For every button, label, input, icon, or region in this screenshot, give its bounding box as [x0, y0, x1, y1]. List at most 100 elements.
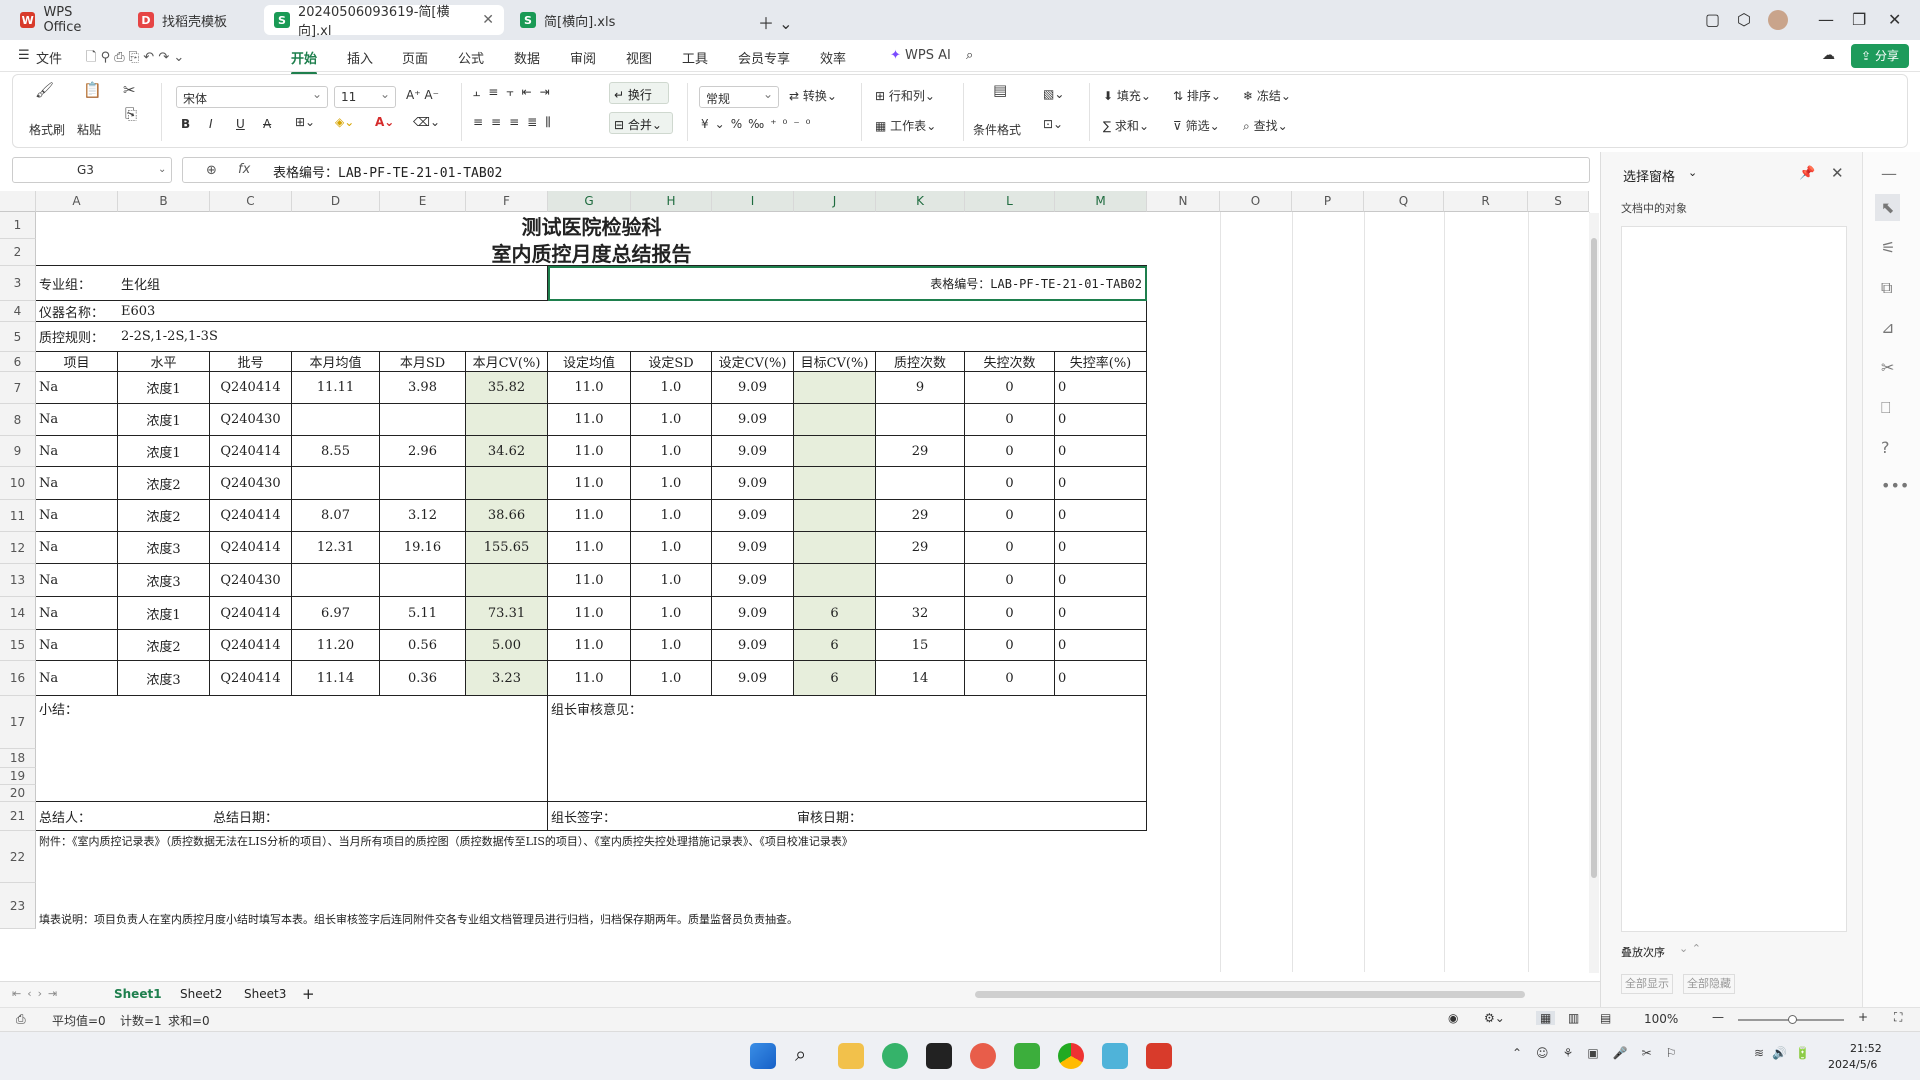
- column-header-F[interactable]: F: [466, 191, 548, 212]
- table-cell[interactable]: 11.11: [292, 372, 380, 404]
- table-cell[interactable]: 0: [965, 500, 1055, 532]
- object-list[interactable]: [1621, 226, 1847, 932]
- column-header-G[interactable]: G: [548, 191, 631, 212]
- menu-data[interactable]: 数据: [514, 48, 540, 67]
- avatar[interactable]: [1768, 10, 1788, 30]
- new-tab-icon[interactable]: ＋ ⌄: [758, 10, 793, 34]
- table-cell[interactable]: 14: [876, 661, 965, 696]
- menu-page[interactable]: 页面: [402, 48, 428, 67]
- pointer-icon[interactable]: ⬉: [1875, 194, 1901, 221]
- table-cell[interactable]: 浓度2: [118, 500, 210, 532]
- column-header-J[interactable]: J: [794, 191, 876, 212]
- fullscreen-icon[interactable]: ⛶: [1894, 1010, 1902, 1025]
- column-header-L[interactable]: L: [965, 191, 1055, 212]
- table-cell[interactable]: 浓度3: [118, 532, 210, 564]
- jetbrains-icon[interactable]: [926, 1043, 952, 1069]
- close-icon[interactable]: ✕: [482, 12, 494, 28]
- table-cell[interactable]: 6: [794, 597, 876, 630]
- report-subtitle[interactable]: 室内质控月度总结报告: [36, 239, 1147, 266]
- table-cell[interactable]: 3.98: [380, 372, 466, 404]
- table-header[interactable]: 项目: [36, 352, 118, 372]
- table-cell[interactable]: Q240414: [210, 532, 292, 564]
- row-header-22[interactable]: 22: [0, 831, 36, 883]
- column-header-I[interactable]: I: [712, 191, 794, 212]
- table-cell[interactable]: 0: [1055, 436, 1147, 467]
- form-number-cell[interactable]: 表格编号：LAB-PF-TE-21-01-TAB02: [548, 266, 1147, 301]
- table-header[interactable]: 本月CV(%): [466, 352, 548, 372]
- notepad-icon[interactable]: [1014, 1043, 1040, 1069]
- table-cell[interactable]: [794, 500, 876, 532]
- row-header-5[interactable]: 5: [0, 322, 36, 352]
- search-icon[interactable]: ⌕: [795, 1042, 806, 1066]
- browser-edge-icon[interactable]: [882, 1043, 908, 1069]
- cell-style-icon[interactable]: ▧⌄: [1043, 87, 1064, 101]
- table-cell[interactable]: [466, 467, 548, 500]
- table-header[interactable]: 质控次数: [876, 352, 965, 372]
- table-cell[interactable]: 9.09: [712, 500, 794, 532]
- conditional-format-icon[interactable]: ▤: [993, 81, 1007, 99]
- instrument-value[interactable]: E603: [118, 301, 1147, 322]
- row-header-12[interactable]: 12: [0, 532, 36, 564]
- table-cell[interactable]: 11.20: [292, 630, 380, 661]
- table-cell[interactable]: 9.09: [712, 532, 794, 564]
- table-cell[interactable]: [292, 467, 380, 500]
- table-cell[interactable]: 2.96: [380, 436, 466, 467]
- menu-efficiency[interactable]: 效率: [820, 48, 846, 67]
- table-cell[interactable]: [380, 404, 466, 436]
- table-header[interactable]: 批号: [210, 352, 292, 372]
- convert-button[interactable]: ⇄ 转换⌄: [789, 87, 837, 104]
- review-date-label[interactable]: 审核日期：: [794, 802, 1147, 831]
- table-cell[interactable]: 1.0: [631, 467, 712, 500]
- table-cell[interactable]: 0: [965, 661, 1055, 696]
- italic-icon[interactable]: I: [209, 117, 213, 131]
- table-cell[interactable]: Q240414: [210, 436, 292, 467]
- table-cell[interactable]: Q240414: [210, 500, 292, 532]
- report-title[interactable]: 测试医院检验科: [36, 212, 1147, 239]
- font-color-icon[interactable]: A⌄: [375, 115, 394, 129]
- table-cell[interactable]: Na: [36, 564, 118, 597]
- table-cell[interactable]: Na: [36, 500, 118, 532]
- table-cell[interactable]: 12.31: [292, 532, 380, 564]
- menu-home[interactable]: 开始: [291, 48, 318, 75]
- tab-document-2[interactable]: S 简[横向].xls: [510, 5, 746, 35]
- table-cell[interactable]: [794, 467, 876, 500]
- formula-input[interactable]: 表格编号：LAB-PF-TE-21-01-TAB02: [182, 157, 1590, 183]
- tab-template[interactable]: D 找稻壳模板: [128, 5, 258, 35]
- table-cell[interactable]: 浓度1: [118, 404, 210, 436]
- underline-icon[interactable]: U: [236, 117, 245, 131]
- table-header[interactable]: 本月均值: [292, 352, 380, 372]
- font-grow-icon[interactable]: A⁺ A⁻: [406, 88, 439, 102]
- sort-button[interactable]: ⇅ 排序⌄: [1173, 87, 1221, 104]
- tools-icon[interactable]: ✂: [1881, 358, 1894, 377]
- table-cell[interactable]: [466, 564, 548, 597]
- instrument-label[interactable]: 仪器名称：: [36, 301, 118, 322]
- table-cell[interactable]: 5.00: [466, 630, 548, 661]
- column-header-N[interactable]: N: [1147, 191, 1220, 212]
- bold-icon[interactable]: B: [181, 117, 190, 131]
- menu-wps-ai[interactable]: ✦ WPS AI: [890, 48, 951, 63]
- table-header[interactable]: 水平: [118, 352, 210, 372]
- group-value[interactable]: 生化组: [118, 266, 548, 301]
- paste-button[interactable]: 粘贴: [77, 121, 101, 138]
- settings-sliders-icon[interactable]: ⚟: [1881, 238, 1895, 257]
- find-button[interactable]: ⌕ 查找⌄: [1243, 117, 1288, 134]
- row-header-3[interactable]: 3: [0, 266, 36, 301]
- table-cell[interactable]: 0: [965, 564, 1055, 597]
- table-cell[interactable]: 浓度3: [118, 564, 210, 597]
- column-header-Q[interactable]: Q: [1364, 191, 1444, 212]
- review-box[interactable]: 组长审核意见：: [548, 696, 1147, 802]
- table-cell[interactable]: [794, 564, 876, 597]
- menu-insert[interactable]: 插入: [347, 48, 373, 67]
- collapse-icon[interactable]: —: [1881, 164, 1897, 183]
- zoom-level[interactable]: 100%: [1644, 1012, 1678, 1026]
- row-header-10[interactable]: 10: [0, 467, 36, 500]
- chevron-down-icon[interactable]: ⌄: [158, 164, 166, 175]
- table-cell[interactable]: Q240430: [210, 404, 292, 436]
- column-header-K[interactable]: K: [876, 191, 965, 212]
- name-box[interactable]: G3: [12, 157, 172, 183]
- table-cell[interactable]: 浓度2: [118, 467, 210, 500]
- table-cell[interactable]: 1.0: [631, 597, 712, 630]
- table-cell[interactable]: 155.65: [466, 532, 548, 564]
- column-header-E[interactable]: E: [380, 191, 466, 212]
- table-cell[interactable]: [292, 564, 380, 597]
